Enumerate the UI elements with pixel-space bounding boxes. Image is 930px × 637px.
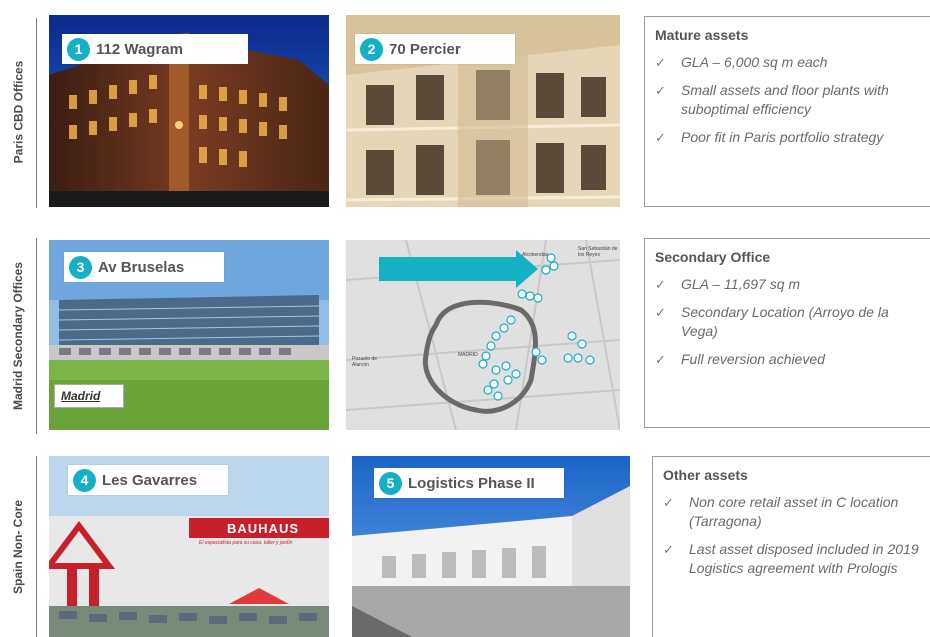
panel-list: ✓ Non core retail asset in C location (Ta… <box>663 493 920 578</box>
check-icon: ✓ <box>663 495 674 510</box>
check-icon: ✓ <box>655 83 666 98</box>
list-item-text: Last asset disposed included in 2019 Log… <box>689 541 919 576</box>
list-item-text: Non core retail asset in C location (Tar… <box>689 494 899 529</box>
madrid-map: San Sebastián de los Reyes Alcobendas MA… <box>346 240 620 430</box>
madrid-caption: Madrid <box>54 384 124 408</box>
asset-name: Logistics Phase II <box>408 474 535 492</box>
madrid-caption-text: Madrid <box>61 389 101 403</box>
map-label: Alcobendas <box>522 252 549 258</box>
section-label-paris: Paris CBD Offices <box>6 15 30 208</box>
list-item: ✓ Small assets and floor plants with subo… <box>655 81 920 119</box>
info-panel-other-assets: Other assets ✓ Non core retail asset in C… <box>652 456 930 637</box>
panel-title: Secondary Office <box>655 249 771 265</box>
asset-tag-2: 2 70 Percier <box>355 34 515 64</box>
info-panel-secondary-office: Secondary Office ✓ GLA – 11,697 sq m ✓ Sec… <box>644 238 930 428</box>
panel-title: Mature assets <box>655 27 749 43</box>
panel-list: ✓ GLA – 6,000 sq m each ✓ Small assets and… <box>655 53 920 147</box>
asset-name: Av Bruselas <box>98 258 185 276</box>
check-icon: ✓ <box>655 277 666 292</box>
list-item: ✓ Non core retail asset in C location (Ta… <box>663 493 920 531</box>
map-label: San Sebastián de los Reyes <box>578 246 618 258</box>
list-item-text: GLA – 11,697 sq m <box>681 276 801 292</box>
list-item-text: Small assets and floor plants with subop… <box>681 82 889 117</box>
list-item: ✓ Last asset disposed included in 2019 Lo… <box>663 540 920 578</box>
section-label-text: Paris CBD Offices <box>11 60 26 163</box>
list-item-text: Poor fit in Paris portfolio strategy <box>681 129 884 145</box>
store-brand-text: BAUHAUS <box>227 521 299 536</box>
check-icon: ✓ <box>655 352 666 367</box>
check-icon: ✓ <box>655 55 666 70</box>
asset-tag-1: 1 112 Wagram <box>62 34 248 64</box>
list-item: ✓ Secondary Location (Arroyo de la Vega) <box>655 303 920 341</box>
check-icon: ✓ <box>655 305 666 320</box>
map-image <box>346 240 620 430</box>
asset-number-badge: 4 <box>73 468 96 492</box>
section-label-text: Madrid Secondary Offices <box>11 261 26 411</box>
map-label: MADRID <box>458 352 478 358</box>
asset-tag-3: 3 Av Bruselas <box>64 252 224 282</box>
list-item-text: GLA – 6,000 sq m each <box>681 54 828 70</box>
asset-name: Les Gavarres <box>102 471 198 489</box>
asset-tag-4: 4 Les Gavarres <box>68 465 228 495</box>
asset-tag-5: 5 Logistics Phase II <box>374 468 564 498</box>
info-panel-mature-assets: Mature assets ✓ GLA – 6,000 sq m each ✓ Sm… <box>644 16 930 207</box>
panel-title: Other assets <box>663 467 748 483</box>
list-item: ✓ GLA – 6,000 sq m each <box>655 53 920 72</box>
asset-name: 112 Wagram <box>96 40 183 58</box>
asset-number-badge: 1 <box>67 37 90 61</box>
section-divider <box>36 238 37 434</box>
asset-number-badge: 2 <box>360 37 383 61</box>
section-label-madrid: Madrid Secondary Offices <box>6 238 30 434</box>
list-item-text: Full reversion achieved <box>681 351 825 367</box>
section-divider <box>36 456 37 637</box>
asset-number-badge: 5 <box>379 471 402 495</box>
list-item: ✓ Poor fit in Paris portfolio strategy <box>655 128 920 147</box>
section-label-spain: Spain Non- Core <box>6 456 30 637</box>
map-label: Pozuelo de Alarcón <box>352 356 378 368</box>
section-label-text: Spain Non- Core <box>11 499 26 594</box>
asset-number-badge: 3 <box>69 255 92 279</box>
check-icon: ✓ <box>663 542 674 557</box>
list-item-text: Secondary Location (Arroyo de la Vega) <box>681 304 889 339</box>
store-slogan-text: El especialista para su casa, taller y j… <box>199 540 293 546</box>
list-item: ✓ GLA – 11,697 sq m <box>655 275 920 294</box>
list-item: ✓ Full reversion achieved <box>655 350 920 369</box>
panel-list: ✓ GLA – 11,697 sq m ✓ Secondary Location (… <box>655 275 920 369</box>
check-icon: ✓ <box>655 130 666 145</box>
section-divider <box>36 18 37 208</box>
asset-name: 70 Percier <box>389 40 461 58</box>
